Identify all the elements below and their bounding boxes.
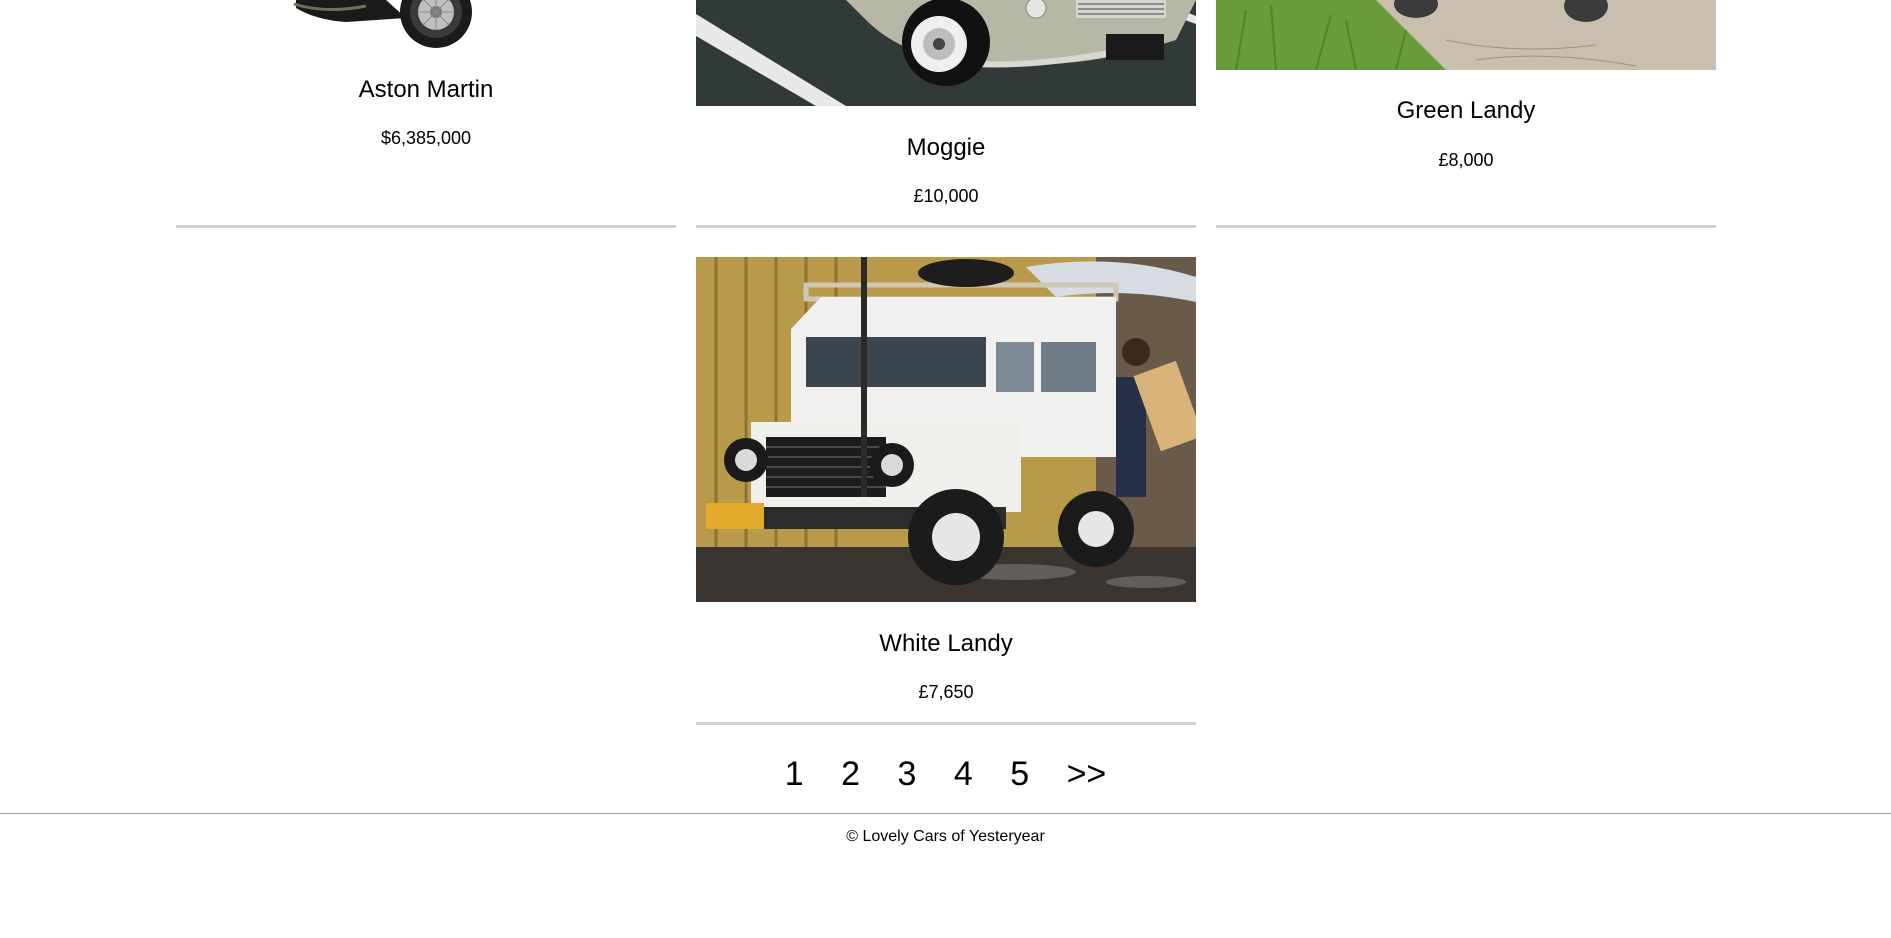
product-price: £8,000: [1438, 150, 1494, 170]
product-card-white-landy[interactable]: White Landy £7,650: [696, 257, 1196, 725]
next-page-link[interactable]: >>: [1067, 755, 1107, 794]
page: Aston Martin $6,385,000 Moggie £10,000 G…: [0, 0, 1891, 938]
page-link-3[interactable]: 3: [897, 755, 916, 794]
product-title[interactable]: Moggie: [696, 134, 1196, 162]
white-landy-image[interactable]: [696, 257, 1196, 602]
product-title[interactable]: White Landy: [696, 630, 1196, 658]
page-link-2[interactable]: 2: [841, 755, 860, 794]
page-link-1[interactable]: 1: [785, 755, 804, 794]
product-price: £7,650: [918, 682, 974, 702]
aston-martin-image[interactable]: [176, 0, 676, 52]
product-card-green-landy[interactable]: Green Landy £8,000: [1216, 0, 1716, 228]
copyright-text: © Lovely Cars of Yesteryear: [846, 828, 1045, 845]
footer: © Lovely Cars of Yesteryear: [0, 813, 1891, 846]
product-price: £10,000: [913, 186, 979, 206]
page-link-4[interactable]: 4: [954, 755, 973, 794]
product-price: $6,385,000: [380, 128, 472, 148]
product-card-aston-martin[interactable]: Aston Martin $6,385,000: [176, 0, 676, 228]
moggie-image[interactable]: [696, 0, 1196, 106]
green-landy-image[interactable]: [1216, 0, 1716, 70]
product-title[interactable]: Green Landy: [1216, 97, 1716, 125]
product-card-moggie[interactable]: Moggie £10,000: [696, 0, 1196, 228]
product-title[interactable]: Aston Martin: [176, 76, 676, 104]
pagination: 1 2 3 4 5 >>: [0, 755, 1891, 794]
page-link-5[interactable]: 5: [1010, 755, 1029, 794]
